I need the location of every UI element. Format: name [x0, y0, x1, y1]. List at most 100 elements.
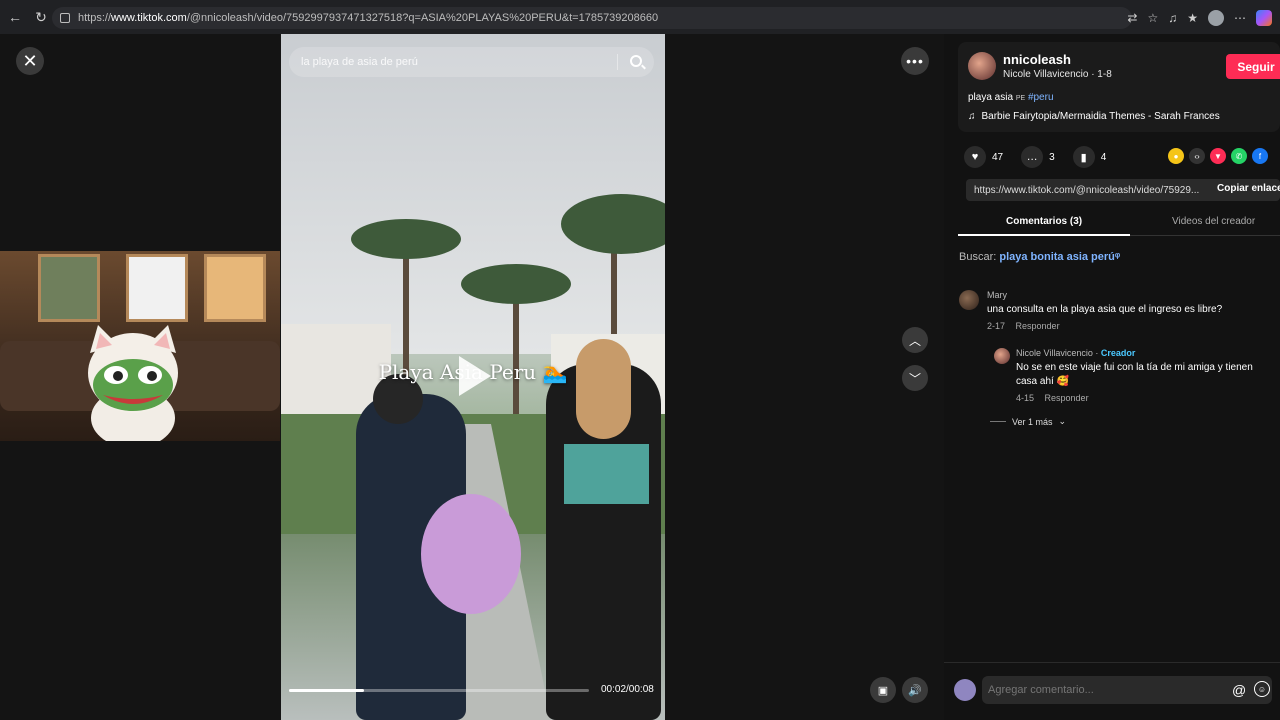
copy-link-button[interactable]: Copiar enlace — [1217, 183, 1280, 194]
url-prefix: https:// — [78, 12, 112, 24]
video-search-bar[interactable]: la playa de asia de perú — [289, 47, 654, 77]
address-bar[interactable]: https://www.tiktok.com/@nnicoleash/video… — [52, 7, 1132, 29]
site-info-icon[interactable] — [60, 13, 70, 23]
avatar[interactable] — [959, 290, 979, 310]
comment-author[interactable]: Mary — [987, 290, 1007, 300]
close-button[interactable]: ✕ — [16, 47, 44, 75]
comment-button[interactable]: … 3 — [1021, 146, 1055, 168]
share-link-bar[interactable]: https://www.tiktok.com/@nnicoleash/video… — [966, 179, 1280, 201]
person-right-top — [564, 444, 649, 504]
comment-meta: 4-15 Responder — [1016, 393, 1089, 403]
comment-input[interactable] — [982, 676, 1272, 704]
mention-icon[interactable]: @ — [1232, 682, 1246, 698]
extensions-icon[interactable]: ♫ — [1168, 11, 1177, 25]
more-icon: ••• — [906, 53, 924, 69]
details-panel: nnicoleash Nicole Villavicencio · 1-8 Se… — [944, 34, 1280, 720]
reload-icon[interactable]: ↻ — [30, 6, 52, 28]
pip-icon: ▣ — [877, 684, 889, 697]
volume-icon: 🔊 — [908, 684, 922, 697]
emoji-icon[interactable]: ☺ — [1254, 681, 1270, 697]
author-username[interactable]: nnicoleash — [1003, 52, 1071, 67]
profile-icon[interactable] — [1208, 10, 1224, 26]
like-count: 47 — [992, 151, 1004, 163]
music-link[interactable]: ♫ Barbie Fairytopia/Mermaidia Themes - Sa… — [968, 111, 1220, 122]
play-icon[interactable] — [459, 356, 491, 396]
translate-icon[interactable]: ⇄ — [1127, 11, 1137, 25]
streamer-webcam — [0, 251, 280, 441]
share-friends-icon[interactable]: ● — [1168, 148, 1184, 164]
comment-composer: @ ☺ — [944, 662, 1280, 720]
comment-text: una consulta en la playa asia que el ing… — [987, 304, 1223, 315]
bookmark-icon: ▮ — [1072, 146, 1095, 168]
more-options-button[interactable]: ••• — [901, 47, 929, 75]
picture-frame — [38, 254, 100, 322]
volume-button[interactable]: 🔊 — [902, 677, 928, 703]
country-flag: PE — [1015, 95, 1026, 102]
avatar[interactable] — [994, 348, 1010, 364]
send-icon[interactable]: ▼ — [1210, 148, 1226, 164]
palm-frond — [461, 264, 571, 304]
video-time: 00:02/00:08 — [601, 684, 654, 695]
chevron-down-icon: ⌄ — [1058, 416, 1067, 426]
view-more-label: Ver 1 más — [1012, 416, 1053, 427]
menu-icon[interactable]: ⋯ — [1234, 11, 1246, 25]
heart-icon: ♥ — [964, 146, 986, 168]
picture-frame — [126, 254, 188, 322]
search-suggestion-query[interactable]: playa bonita asia perú — [999, 251, 1115, 263]
video-search-text: la playa de asia de perú — [301, 56, 418, 68]
facebook-icon[interactable]: f — [1252, 148, 1268, 164]
creator-badge: Creador — [1100, 348, 1136, 358]
share-options: ● ‹› ▼ ✆ f — [1168, 148, 1268, 164]
comment-date: 2-17 — [987, 321, 1006, 331]
back-icon[interactable]: ← — [4, 6, 26, 28]
panel-tabs: Comentarios (3) Videos del creador — [958, 212, 1280, 236]
engagement-actions: ♥ 47 … 3 ▮ 4 — [964, 146, 1114, 168]
tab-comments[interactable]: Comentarios (3) — [1006, 216, 1082, 227]
favorite-icon[interactable]: ☆ — [1147, 11, 1158, 25]
floating-player-button[interactable]: ▣ — [870, 677, 896, 703]
comment-count: 3 — [1049, 151, 1055, 163]
search-divider — [617, 54, 618, 70]
avatar — [954, 679, 976, 701]
palm-frond — [351, 219, 461, 259]
music-title: Barbie Fairytopia/Mermaidia Themes - Sar… — [981, 111, 1220, 122]
avatar[interactable] — [968, 52, 996, 80]
video-player[interactable]: la playa de asia de perú Playa Asia Peru… — [281, 34, 665, 720]
video-stage: ✕ la playa de asia de perú Playa Asia Pe… — [0, 34, 944, 720]
video-description: playa asia PE #peru — [968, 92, 1054, 103]
follow-button[interactable]: Seguir — [1226, 54, 1280, 79]
video-progress-bar[interactable] — [289, 689, 589, 692]
hashtag-link[interactable]: #peru — [1028, 92, 1054, 103]
url-host: www.tiktok.com — [111, 12, 187, 24]
tab-creator-videos[interactable]: Videos del creador — [1172, 216, 1255, 227]
browser-actions: ⇄ ☆ ♫ ★ ⋯ — [1127, 7, 1280, 29]
reply-button[interactable]: Responder — [1045, 393, 1089, 403]
whatsapp-icon[interactable]: ✆ — [1231, 148, 1247, 164]
comment-item: Mary una consulta en la playa asia que e… — [959, 290, 1269, 338]
video-progress-fill — [289, 689, 364, 692]
favorites-list-icon[interactable]: ★ — [1187, 11, 1198, 25]
reply-button[interactable]: Responder — [1016, 321, 1060, 331]
chevron-down-icon: ﹀ — [908, 371, 921, 386]
save-count: 4 — [1100, 151, 1107, 163]
reply-author-name: Nicole Villavicencio — [1016, 348, 1093, 358]
search-icon[interactable] — [630, 55, 642, 67]
previous-video-button[interactable]: ︿ — [902, 327, 928, 353]
music-note-icon: ♫ — [968, 111, 976, 122]
comment-author[interactable]: Nicole Villavicencio · Creador — [1016, 348, 1135, 358]
embed-icon[interactable]: ‹› — [1189, 148, 1205, 164]
search-suggestion[interactable]: Buscar: playa bonita asia perúᵠ — [959, 251, 1120, 263]
comment-date: 4-15 — [1016, 393, 1035, 403]
browser-toolbar: ← ↻ https://www.tiktok.com/@nnicoleash/v… — [0, 0, 1280, 34]
save-button[interactable]: ▮ 4 — [1072, 146, 1107, 168]
like-button[interactable]: ♥ 47 — [964, 146, 1003, 168]
search-suggestion-icon: ᵠ — [1114, 251, 1121, 263]
pink-bag — [421, 494, 521, 614]
copilot-icon[interactable] — [1256, 10, 1272, 26]
active-tab-indicator — [958, 234, 1130, 236]
author-card: nnicoleash Nicole Villavicencio · 1-8 Se… — [958, 42, 1280, 132]
view-more-replies[interactable]: Ver 1 más ⌄ — [990, 416, 1066, 427]
next-video-button[interactable]: ﹀ — [902, 365, 928, 391]
divider — [990, 421, 1006, 422]
comment-meta: 2-17 Responder — [987, 321, 1060, 331]
